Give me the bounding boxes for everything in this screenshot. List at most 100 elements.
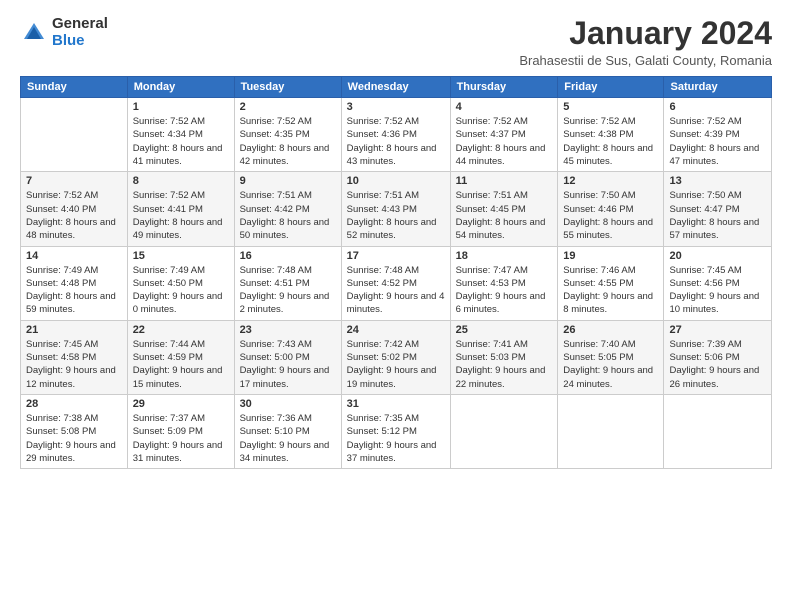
day-info: Sunrise: 7:36 AMSunset: 5:10 PMDaylight:… xyxy=(240,412,336,465)
title-block: January 2024 Brahasestii de Sus, Galati … xyxy=(519,16,772,68)
day-info: Sunrise: 7:52 AMSunset: 4:38 PMDaylight:… xyxy=(563,115,658,168)
day-info: Sunrise: 7:52 AMSunset: 4:40 PMDaylight:… xyxy=(26,189,122,242)
day-cell: 1 Sunrise: 7:52 AMSunset: 4:34 PMDaylight… xyxy=(127,98,234,172)
day-cell xyxy=(664,394,772,468)
day-info: Sunrise: 7:52 AMSunset: 4:35 PMDaylight:… xyxy=(240,115,336,168)
logo-text: General Blue xyxy=(52,16,108,49)
calendar-subtitle: Brahasestii de Sus, Galati County, Roman… xyxy=(519,53,772,68)
day-info: Sunrise: 7:35 AMSunset: 5:12 PMDaylight:… xyxy=(347,412,445,465)
day-info: Sunrise: 7:49 AMSunset: 4:48 PMDaylight:… xyxy=(26,264,122,317)
day-number: 27 xyxy=(669,324,766,336)
day-number: 28 xyxy=(26,398,122,410)
logo-blue: Blue xyxy=(52,33,108,50)
day-info: Sunrise: 7:48 AMSunset: 4:52 PMDaylight:… xyxy=(347,264,445,317)
day-cell: 26 Sunrise: 7:40 AMSunset: 5:05 PMDayligh… xyxy=(558,320,664,394)
day-number: 19 xyxy=(563,250,658,262)
day-cell: 29Sunrise: 7:37 AMSunset: 5:09 PMDayligh… xyxy=(127,394,234,468)
day-cell: 12 Sunrise: 7:50 AMSunset: 4:46 PMDayligh… xyxy=(558,172,664,246)
day-number: 18 xyxy=(456,250,553,262)
day-cell: 4 Sunrise: 7:52 AMSunset: 4:37 PMDaylight… xyxy=(450,98,558,172)
day-cell: 14 Sunrise: 7:49 AMSunset: 4:48 PMDayligh… xyxy=(21,246,128,320)
day-cell: 11Sunrise: 7:51 AMSunset: 4:45 PMDayligh… xyxy=(450,172,558,246)
col-header-wednesday: Wednesday xyxy=(341,77,450,98)
day-cell: 18 Sunrise: 7:47 AMSunset: 4:53 PMDayligh… xyxy=(450,246,558,320)
day-info: Sunrise: 7:41 AMSunset: 5:03 PMDaylight:… xyxy=(456,338,553,391)
day-cell: 21 Sunrise: 7:45 AMSunset: 4:58 PMDayligh… xyxy=(21,320,128,394)
header: General Blue January 2024 Brahasestii de… xyxy=(20,16,772,68)
calendar-title: January 2024 xyxy=(519,16,772,51)
day-info: Sunrise: 7:43 AMSunset: 5:00 PMDaylight:… xyxy=(240,338,336,391)
day-info: Sunrise: 7:51 AMSunset: 4:43 PMDaylight:… xyxy=(347,189,445,242)
day-cell: 10 Sunrise: 7:51 AMSunset: 4:43 PMDayligh… xyxy=(341,172,450,246)
day-number: 12 xyxy=(563,175,658,187)
day-number: 15 xyxy=(133,250,229,262)
day-info: Sunrise: 7:52 AMSunset: 4:41 PMDaylight:… xyxy=(133,189,229,242)
day-number: 20 xyxy=(669,250,766,262)
col-header-saturday: Saturday xyxy=(664,77,772,98)
col-header-thursday: Thursday xyxy=(450,77,558,98)
day-cell: 17Sunrise: 7:48 AMSunset: 4:52 PMDayligh… xyxy=(341,246,450,320)
day-number: 7 xyxy=(26,175,122,187)
day-info: Sunrise: 7:52 AMSunset: 4:37 PMDaylight:… xyxy=(456,115,553,168)
day-cell: 16Sunrise: 7:48 AMSunset: 4:51 PMDayligh… xyxy=(234,246,341,320)
day-info: Sunrise: 7:49 AMSunset: 4:50 PMDaylight:… xyxy=(133,264,229,317)
day-cell: 6 Sunrise: 7:52 AMSunset: 4:39 PMDaylight… xyxy=(664,98,772,172)
day-info: Sunrise: 7:50 AMSunset: 4:46 PMDaylight:… xyxy=(563,189,658,242)
day-info: Sunrise: 7:39 AMSunset: 5:06 PMDaylight:… xyxy=(669,338,766,391)
day-info: Sunrise: 7:51 AMSunset: 4:45 PMDaylight:… xyxy=(456,189,553,242)
header-row: SundayMondayTuesdayWednesdayThursdayFrid… xyxy=(21,77,772,98)
day-cell: 20 Sunrise: 7:45 AMSunset: 4:56 PMDayligh… xyxy=(664,246,772,320)
week-row-1: 1 Sunrise: 7:52 AMSunset: 4:34 PMDaylight… xyxy=(21,98,772,172)
col-header-tuesday: Tuesday xyxy=(234,77,341,98)
day-cell: 19 Sunrise: 7:46 AMSunset: 4:55 PMDayligh… xyxy=(558,246,664,320)
day-cell: 22Sunrise: 7:44 AMSunset: 4:59 PMDayligh… xyxy=(127,320,234,394)
day-number: 6 xyxy=(669,101,766,113)
day-number: 8 xyxy=(133,175,229,187)
day-number: 30 xyxy=(240,398,336,410)
day-info: Sunrise: 7:50 AMSunset: 4:47 PMDaylight:… xyxy=(669,189,766,242)
day-cell xyxy=(21,98,128,172)
day-cell: 31Sunrise: 7:35 AMSunset: 5:12 PMDayligh… xyxy=(341,394,450,468)
day-number: 2 xyxy=(240,101,336,113)
day-number: 22 xyxy=(133,324,229,336)
logo-general: General xyxy=(52,16,108,33)
day-number: 13 xyxy=(669,175,766,187)
day-number: 9 xyxy=(240,175,336,187)
day-info: Sunrise: 7:52 AMSunset: 4:36 PMDaylight:… xyxy=(347,115,445,168)
logo-icon xyxy=(20,19,48,47)
day-info: Sunrise: 7:40 AMSunset: 5:05 PMDaylight:… xyxy=(563,338,658,391)
day-number: 10 xyxy=(347,175,445,187)
day-info: Sunrise: 7:42 AMSunset: 5:02 PMDaylight:… xyxy=(347,338,445,391)
day-info: Sunrise: 7:45 AMSunset: 4:58 PMDaylight:… xyxy=(26,338,122,391)
week-row-3: 14 Sunrise: 7:49 AMSunset: 4:48 PMDayligh… xyxy=(21,246,772,320)
day-info: Sunrise: 7:51 AMSunset: 4:42 PMDaylight:… xyxy=(240,189,336,242)
day-cell: 15 Sunrise: 7:49 AMSunset: 4:50 PMDayligh… xyxy=(127,246,234,320)
day-info: Sunrise: 7:47 AMSunset: 4:53 PMDaylight:… xyxy=(456,264,553,317)
week-row-4: 21 Sunrise: 7:45 AMSunset: 4:58 PMDayligh… xyxy=(21,320,772,394)
day-number: 4 xyxy=(456,101,553,113)
day-cell: 23 Sunrise: 7:43 AMSunset: 5:00 PMDayligh… xyxy=(234,320,341,394)
day-number: 14 xyxy=(26,250,122,262)
day-info: Sunrise: 7:46 AMSunset: 4:55 PMDaylight:… xyxy=(563,264,658,317)
day-number: 23 xyxy=(240,324,336,336)
day-number: 21 xyxy=(26,324,122,336)
day-info: Sunrise: 7:52 AMSunset: 4:39 PMDaylight:… xyxy=(669,115,766,168)
day-info: Sunrise: 7:48 AMSunset: 4:51 PMDaylight:… xyxy=(240,264,336,317)
day-cell: 5Sunrise: 7:52 AMSunset: 4:38 PMDaylight… xyxy=(558,98,664,172)
day-cell xyxy=(450,394,558,468)
logo: General Blue xyxy=(20,16,108,49)
col-header-monday: Monday xyxy=(127,77,234,98)
week-row-2: 7 Sunrise: 7:52 AMSunset: 4:40 PMDaylight… xyxy=(21,172,772,246)
day-number: 1 xyxy=(133,101,229,113)
day-number: 25 xyxy=(456,324,553,336)
day-number: 24 xyxy=(347,324,445,336)
day-cell: 27 Sunrise: 7:39 AMSunset: 5:06 PMDayligh… xyxy=(664,320,772,394)
page: General Blue January 2024 Brahasestii de… xyxy=(0,0,792,612)
week-row-5: 28Sunrise: 7:38 AMSunset: 5:08 PMDayligh… xyxy=(21,394,772,468)
day-info: Sunrise: 7:52 AMSunset: 4:34 PMDaylight:… xyxy=(133,115,229,168)
col-header-friday: Friday xyxy=(558,77,664,98)
day-cell: 25 Sunrise: 7:41 AMSunset: 5:03 PMDayligh… xyxy=(450,320,558,394)
day-info: Sunrise: 7:45 AMSunset: 4:56 PMDaylight:… xyxy=(669,264,766,317)
day-number: 26 xyxy=(563,324,658,336)
day-cell: 7 Sunrise: 7:52 AMSunset: 4:40 PMDaylight… xyxy=(21,172,128,246)
